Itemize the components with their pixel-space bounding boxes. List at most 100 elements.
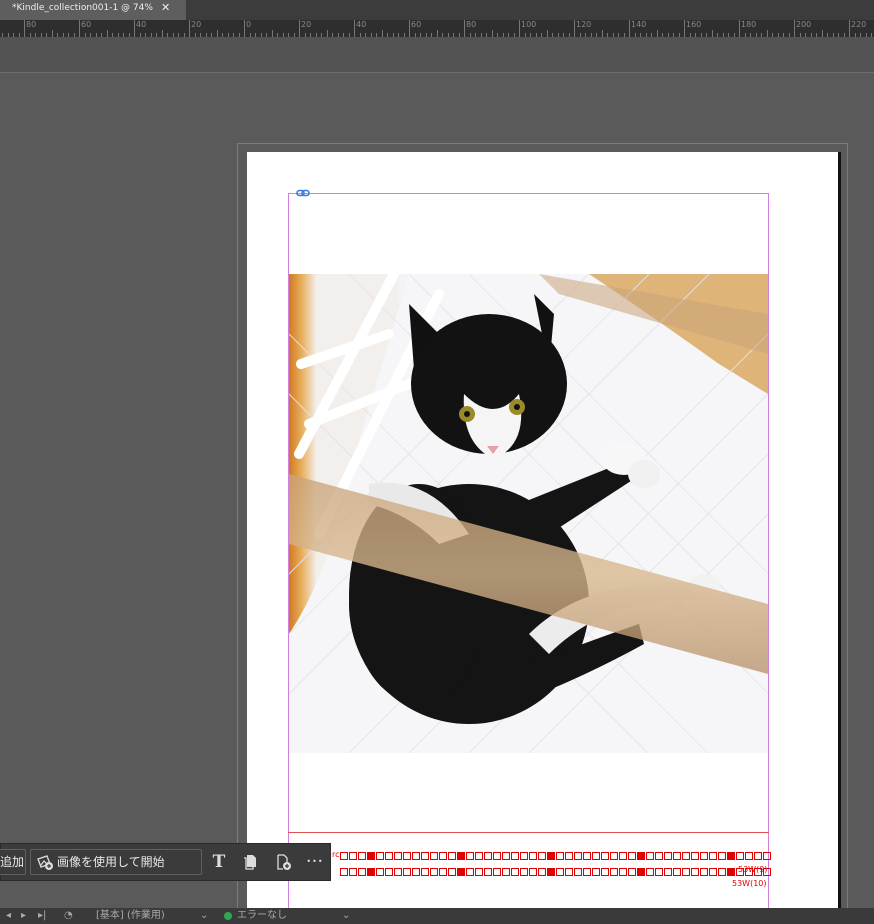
cat-photo-illustration [289,274,768,753]
ruler-tick [271,30,273,37]
grid-cell [493,852,501,860]
grid-cell [349,852,357,860]
ruler-label: 160 [686,20,702,29]
ruler-tick [244,20,245,37]
grid-cell [547,868,555,876]
document-tab-title: *Kindle_collection001-1 @ 74% [12,3,153,13]
preflight-label[interactable]: エラーなし [237,908,287,924]
grid-cell [448,868,456,876]
grid-cell [529,868,537,876]
ruler-label: 100 [521,20,537,29]
workspace-label[interactable]: [基本] (作業用) [96,908,165,924]
ruler-tick [711,30,713,37]
grid-cell [637,852,645,860]
ruler-label: 180 [741,20,757,29]
ruler-tick [189,20,190,37]
close-tab-icon[interactable]: ✕ [161,0,170,16]
preflight-dropdown-icon[interactable]: ⌄ [342,908,350,924]
grid-cell [619,852,627,860]
document-tab[interactable]: *Kindle_collection001-1 @ 74% ✕ [0,0,186,20]
grid-cell [682,868,690,876]
document-tab-bar: *Kindle_collection001-1 @ 74% ✕ [0,0,874,20]
ruler-label: 40 [356,20,367,29]
ruler-label: 220 [851,20,867,29]
grid-prefix-label: rc [332,850,340,859]
grid-cell [565,868,573,876]
ruler-label: 80 [466,20,477,29]
text-tool-icon[interactable]: T [207,849,231,875]
ruler-tick [601,30,603,37]
grid-cell [727,868,735,876]
grid-cell [475,868,483,876]
ruler-tick [106,30,108,37]
ruler-tick [821,30,823,37]
grid-cell [547,852,555,860]
grid-cell [457,868,465,876]
grid-cell [358,868,366,876]
workspace-dropdown-icon[interactable]: ⌄ [200,908,208,924]
horizontal-ruler[interactable]: 80 60 40 20 0 20 40 60 80 100 120 140 160 180 200 220 [0,20,874,37]
ruler-tick [24,20,25,37]
ruler-tick [464,20,465,37]
grid-cell [502,868,510,876]
grid-cell [619,868,627,876]
grid-cell [646,868,654,876]
grid-cell [601,868,609,876]
page-prev-icon[interactable]: ◂ [6,908,11,924]
grid-cell [592,852,600,860]
grid-cell [556,852,564,860]
grid-cell [466,868,474,876]
grid-cell [385,852,393,860]
image-plus-icon [37,855,53,870]
grid-cell [574,852,582,860]
grid-cell [511,868,519,876]
grid-cell [403,868,411,876]
grid-cell [502,852,510,860]
view-mode-icon[interactable]: ◔ [64,908,73,924]
grid-count-label-bottom: 53W(10) [732,879,767,888]
ruler-tick [51,30,53,37]
grid-cell [628,868,636,876]
start-with-image-button[interactable]: 画像を使用して開始 [30,849,202,875]
grid-cell [538,868,546,876]
pages-icon[interactable] [238,849,262,875]
page-next-icon[interactable]: ▸ [21,908,26,924]
grid-cell [376,852,384,860]
ruler-label: 0 [246,20,252,29]
grid-cell [745,852,753,860]
more-options-icon[interactable]: ••• [303,849,327,875]
grid-cell [439,852,447,860]
grid-cell [673,868,681,876]
grid-cell [655,852,663,860]
grid-cell [709,868,717,876]
grid-cell [376,868,384,876]
page-last-icon[interactable]: ▸| [38,908,46,924]
grid-cell [466,852,474,860]
placed-image-cat[interactable] [289,274,768,753]
ruler-tick [299,20,300,37]
grid-cell [700,868,708,876]
grid-cell [520,852,528,860]
contextual-task-bar: 追加 画像を使用して開始 T ••• [0,843,331,881]
add-button[interactable]: 追加 [0,849,26,875]
grid-cell [394,868,402,876]
status-bar: ◂ ▸ ▸| ◔ [基本] (作業用) ⌄ エラーなし ⌄ [0,908,874,924]
grid-cell [673,852,681,860]
frame-grid-row [340,852,772,861]
grid-cell [583,868,591,876]
ruler-tick [354,20,355,37]
grid-cell [430,868,438,876]
ruler-tick [739,20,740,37]
ruler-tick [656,30,658,37]
grid-cell [439,868,447,876]
grid-cell [511,852,519,860]
ruler-label: 120 [576,20,592,29]
link-icon[interactable] [296,188,310,198]
grid-cell [421,852,429,860]
ruler-tick [161,30,163,37]
grid-cell [403,852,411,860]
ruler-tick [519,20,520,37]
add-page-icon[interactable] [272,849,296,875]
grid-cell [493,868,501,876]
grid-cell [646,852,654,860]
